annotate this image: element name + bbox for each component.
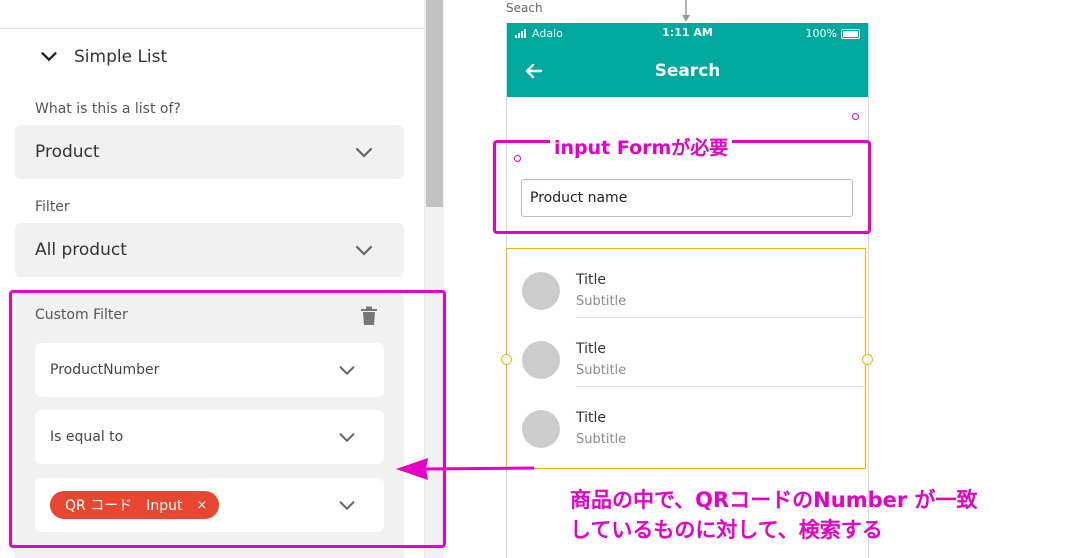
annotation-arrow-icon <box>396 458 535 480</box>
list-of-select[interactable]: Product <box>15 125 404 179</box>
list-of-label: What is this a list of? <box>35 101 181 117</box>
list-item-subtitle: Subtitle <box>576 432 627 447</box>
list-item[interactable]: Title Subtitle <box>507 318 865 387</box>
search-note-line1: 商品の中で、QRコードのNumber が一致 <box>570 488 978 512</box>
chevron-down-icon[interactable] <box>38 46 60 68</box>
filter-value: All product <box>35 240 127 260</box>
list-item-title: Title <box>576 341 607 357</box>
section-title: Simple List <box>74 47 168 67</box>
custom-filter-highlight <box>9 290 446 548</box>
simple-list-section-header[interactable]: Simple List <box>38 46 167 68</box>
list-item-title: Title <box>576 272 607 288</box>
app-header: Adalo 1:11 AM 100% Search <box>507 23 868 97</box>
divider <box>0 28 424 29</box>
resize-handle-right[interactable] <box>862 354 873 365</box>
list-of-value: Product <box>35 142 100 162</box>
selection-handle[interactable] <box>514 155 521 162</box>
search-note-line2: しているものに対して、検索する <box>570 518 883 542</box>
list-item[interactable]: Title Subtitle <box>507 249 865 318</box>
filter-select[interactable]: All product <box>15 223 404 277</box>
chevron-down-icon <box>355 147 373 158</box>
avatar <box>522 272 560 310</box>
simple-list-component[interactable]: Title Subtitle Title Subtitle Title Subt… <box>506 248 866 469</box>
filter-label: Filter <box>35 199 70 215</box>
list-item-subtitle: Subtitle <box>576 363 627 378</box>
resize-handle-left[interactable] <box>501 354 512 365</box>
list-item-subtitle: Subtitle <box>576 294 627 309</box>
list-item[interactable]: Title Subtitle <box>507 387 865 456</box>
selection-handle[interactable] <box>852 113 859 120</box>
list-item-title: Title <box>576 410 607 426</box>
panel-scrollbar-thumb[interactable] <box>426 0 443 207</box>
link-arrow-icon <box>682 0 690 22</box>
battery-label: 100% <box>805 27 837 40</box>
battery-icon <box>841 28 860 39</box>
screen-name-label[interactable]: Seach <box>506 1 543 15</box>
nav-title: Search <box>654 61 721 81</box>
avatar <box>522 341 560 379</box>
avatar <box>522 410 560 448</box>
status-battery: 100% <box>806 27 860 40</box>
input-form-note: input Formが必要 <box>550 133 733 160</box>
chevron-down-icon <box>355 245 373 256</box>
